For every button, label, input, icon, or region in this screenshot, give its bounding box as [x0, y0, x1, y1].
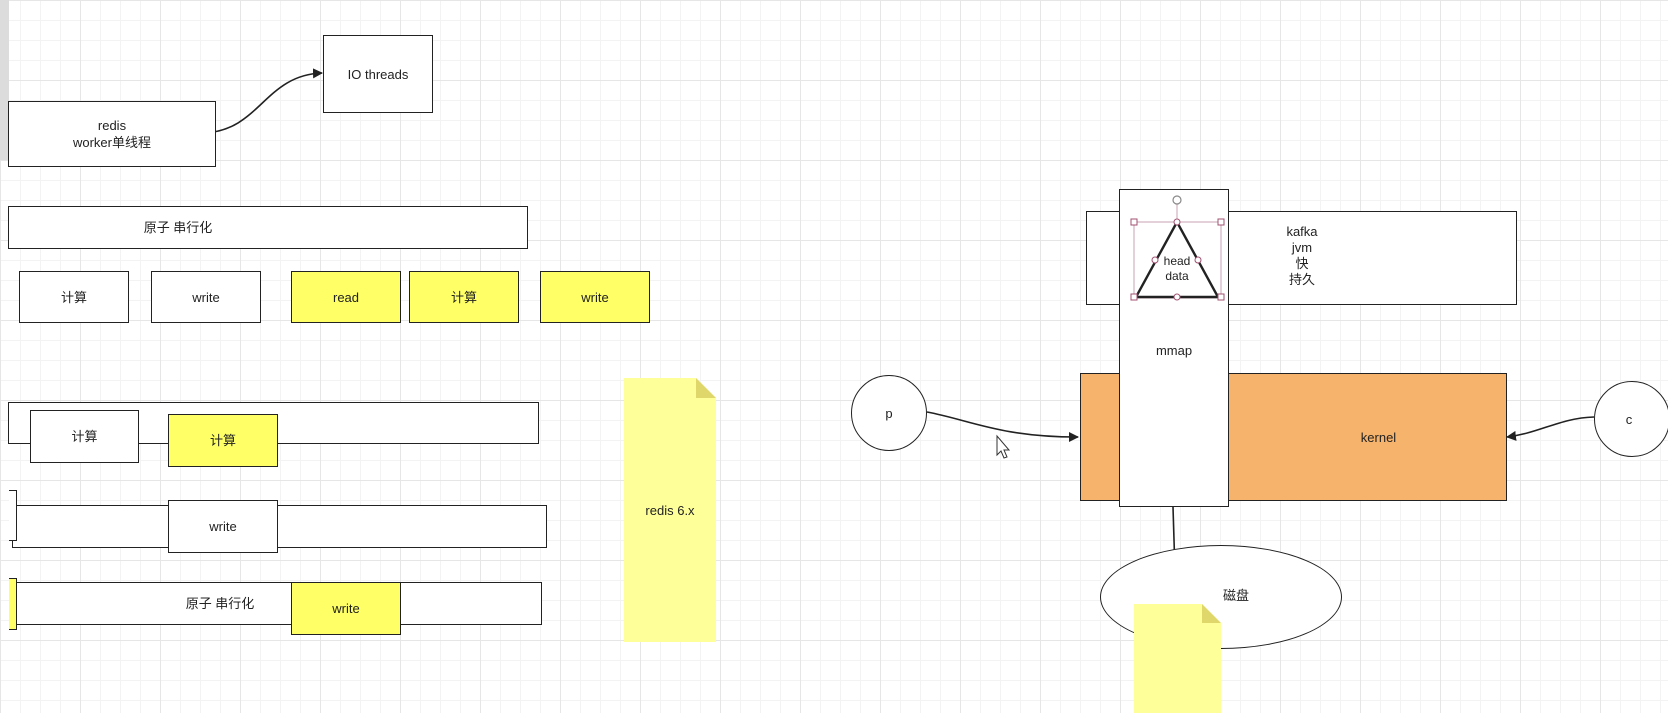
mouse-cursor-icon: [996, 434, 1011, 459]
